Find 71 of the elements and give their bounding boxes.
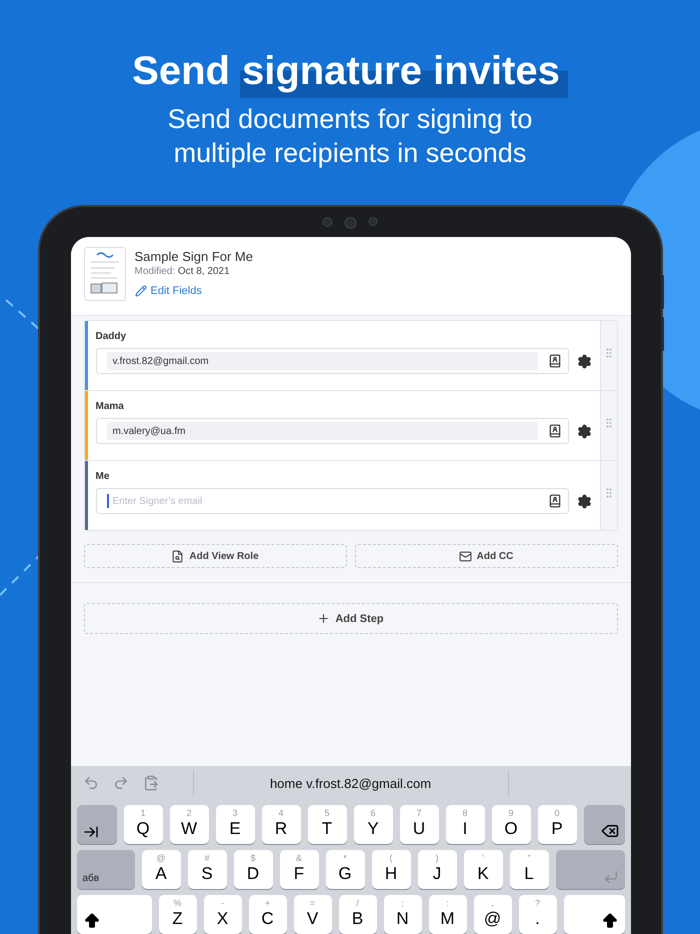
sensor-dot — [344, 217, 356, 229]
keyboard-key[interactable]: @ A — [142, 850, 180, 889]
keyboard-key[interactable]: ” L — [510, 850, 548, 889]
document-icon — [171, 550, 184, 562]
shift-key[interactable] — [564, 895, 624, 934]
edit-fields-link[interactable]: Edit Fields — [134, 285, 253, 297]
keyboard-key[interactable]: 0 P — [538, 805, 576, 844]
keyboard-key[interactable]: ( H — [372, 850, 410, 889]
keyboard-key[interactable]: 4 R — [262, 805, 300, 844]
keyboard-key[interactable]: 5 T — [308, 805, 346, 844]
email-input[interactable]: v.frost.82@gmail.com — [106, 352, 538, 370]
subtitle: multiple recipients in seconds — [174, 137, 526, 170]
keyboard-key[interactable]: абв — [76, 850, 134, 889]
autofill-suggestion[interactable]: home v.frost.82@gmail.com — [194, 776, 508, 790]
keyboard-key[interactable]: 7 U — [400, 805, 438, 844]
keyboard-key[interactable]: 8 I — [446, 805, 484, 844]
shift-key[interactable] — [76, 895, 152, 934]
camera-lens — [368, 217, 378, 226]
backspace-icon — [600, 822, 618, 840]
keyboard-key[interactable]: + C — [248, 895, 286, 934]
tab-key[interactable] — [76, 805, 116, 844]
keyboard-key[interactable]: ) J — [418, 850, 456, 889]
pencil-icon — [134, 285, 146, 297]
add-view-role-button[interactable]: Add View Role — [84, 544, 346, 568]
keyboard-key[interactable]: & F — [280, 850, 318, 889]
settings-icon[interactable] — [576, 494, 592, 508]
modified-date: Modified: Oct 8, 2021 — [134, 265, 231, 279]
keyboard-key[interactable]: ? . — [518, 895, 556, 934]
keyboard-key[interactable]: = V — [294, 895, 332, 934]
keyboard-key[interactable]: 1 Q — [124, 805, 162, 844]
signer-role: Me — [96, 471, 110, 483]
plus-icon — [317, 612, 330, 625]
signer-role: Daddy — [96, 331, 128, 343]
headline: Send — [132, 48, 230, 94]
keyboard-key[interactable]: ; N — [384, 895, 422, 934]
add-step-button[interactable]: Add Step — [84, 603, 618, 634]
envelope-icon — [458, 550, 472, 562]
email-input[interactable]: m.valery@ua.fm — [106, 422, 538, 440]
keyboard-key[interactable]: 3 E — [216, 805, 254, 844]
keyboard-key[interactable]: 2 W — [170, 805, 208, 844]
keyboard-key[interactable]: : M — [428, 895, 466, 934]
email-field[interactable]: m.valery@ua.fm — [96, 418, 568, 444]
keyboard-key[interactable]: $ D — [234, 850, 272, 889]
keyboard-key[interactable]: / B — [338, 895, 376, 934]
contacts-icon[interactable] — [548, 494, 562, 508]
thumbnail-drawing — [84, 247, 126, 301]
settings-icon[interactable] — [576, 354, 592, 368]
return-icon — [602, 869, 618, 885]
email-input[interactable]: Enter Signer’s email — [106, 492, 538, 510]
keyboard-key[interactable]: * G — [326, 850, 364, 889]
keyboard-key[interactable]: ’ K — [464, 850, 502, 889]
email-field[interactable]: v.frost.82@gmail.com — [96, 348, 568, 374]
sensor-dot — [322, 217, 332, 227]
tab-icon — [82, 824, 98, 840]
keyboard-key[interactable]: # S — [188, 850, 226, 889]
contacts-icon[interactable] — [548, 354, 562, 368]
document-title: Sample Sign For Me — [134, 248, 253, 265]
keyboard-key[interactable]: 9 O — [492, 805, 530, 844]
email-field[interactable]: Enter Signer’s email — [96, 488, 568, 514]
settings-icon[interactable] — [576, 424, 592, 438]
contacts-icon[interactable] — [548, 424, 562, 438]
subtitle: Send documents for signing to — [168, 103, 532, 136]
keyboard-key[interactable]: , @ — [474, 895, 512, 934]
keyboard-key[interactable]: % Z — [158, 895, 196, 934]
add-cc-button[interactable]: Add CC — [354, 544, 618, 568]
backspace-key[interactable] — [584, 805, 624, 844]
shift-icon — [600, 912, 618, 930]
keyboard-key[interactable]: - X — [204, 895, 242, 934]
shift-icon — [82, 912, 100, 930]
signer-role: Mama — [96, 401, 125, 413]
keyboard-key[interactable]: 6 Y — [354, 805, 392, 844]
